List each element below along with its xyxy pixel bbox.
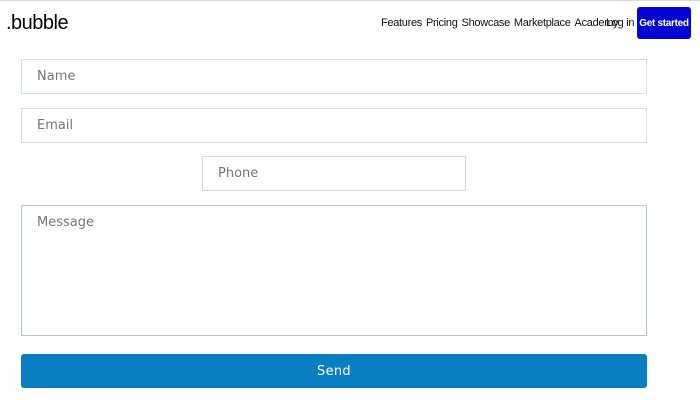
bubble-logo[interactable]: .bubble (6, 11, 69, 35)
nav-link-features[interactable]: Features (381, 16, 422, 30)
email-field[interactable] (21, 108, 647, 143)
get-started-button[interactable]: Get started (637, 7, 691, 39)
top-divider (0, 0, 700, 1)
top-navigation-bar: .bubble Features Pricing Showcase Market… (0, 0, 700, 46)
send-button[interactable]: Send (21, 354, 647, 388)
message-field[interactable] (21, 205, 647, 336)
phone-field[interactable] (202, 156, 466, 191)
page: .bubble Features Pricing Showcase Market… (0, 0, 700, 400)
name-field[interactable] (21, 59, 647, 94)
nav-link-showcase[interactable]: Showcase (462, 16, 511, 30)
nav-link-marketplace[interactable]: Marketplace (514, 16, 571, 30)
main-nav: Features Pricing Showcase Marketplace Ac… (381, 16, 619, 30)
nav-link-pricing[interactable]: Pricing (426, 16, 458, 30)
login-link[interactable]: Log in (606, 16, 634, 30)
